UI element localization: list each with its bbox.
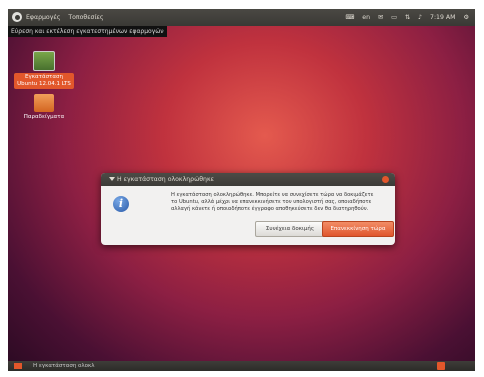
installer-desktop-icon[interactable]: Εγκατάσταση Ubuntu 12.04.1 LTS <box>14 51 74 89</box>
clock[interactable]: 7:19 AM <box>430 14 455 21</box>
tooltip: Εύρεση και εκτέλεση εγκατεστημένων εφαρμ… <box>8 26 167 37</box>
battery-icon[interactable]: ▭ <box>391 14 397 21</box>
dialog-title: Η εγκατάσταση ολοκληρώθηκε <box>117 176 214 183</box>
panel-menu: Εφαρμογές Τοποθεσίες <box>26 9 110 26</box>
install-complete-dialog: Η εγκατάσταση ολοκληρώθηκε i Η εγκατάστα… <box>101 173 395 245</box>
continue-testing-button[interactable]: Συνέχεια δοκιμής <box>255 221 325 237</box>
keyboard-layout[interactable]: en <box>362 14 370 21</box>
desktop-screen: Εφαρμογές Τοποθεσίες ⌨ en ✉ ▭ ⇅ ♪ 7:19 A… <box>8 9 475 371</box>
folder-icon <box>34 94 54 112</box>
keyboard-icon[interactable]: ⌨ <box>345 14 354 21</box>
bottom-panel: Η εγκατάσταση ολοκλ <box>8 361 475 371</box>
network-icon[interactable]: ⇅ <box>405 14 410 21</box>
menu-places[interactable]: Τοποθεσίες <box>68 14 103 21</box>
taskbar-window-item[interactable]: Η εγκατάσταση ολοκλ <box>33 361 95 371</box>
mail-icon[interactable]: ✉ <box>378 14 383 21</box>
gear-icon[interactable]: ⚙ <box>463 14 469 21</box>
installer-label: Εγκατάσταση Ubuntu 12.04.1 LTS <box>14 73 74 89</box>
show-desktop-icon[interactable] <box>14 363 22 369</box>
dialog-message: Η εγκατάσταση ολοκληρώθηκε. Μπορείτε να … <box>171 192 374 212</box>
trash-icon[interactable] <box>437 362 445 370</box>
installer-icon <box>33 51 55 71</box>
restart-now-button[interactable]: Επανεκκίνηση τώρα <box>322 221 394 237</box>
close-icon[interactable] <box>382 176 389 183</box>
examples-desktop-icon[interactable]: Παραδείγματα <box>14 94 74 120</box>
folder-label: Παραδείγματα <box>23 114 65 120</box>
window-menu-icon[interactable] <box>109 177 115 181</box>
system-tray: ⌨ en ✉ ▭ ⇅ ♪ 7:19 AM ⚙ <box>339 9 469 26</box>
info-icon: i <box>113 196 129 212</box>
dialog-titlebar[interactable]: Η εγκατάσταση ολοκληρώθηκε <box>101 173 395 186</box>
top-panel: Εφαρμογές Τοποθεσίες ⌨ en ✉ ▭ ⇅ ♪ 7:19 A… <box>8 9 475 26</box>
menu-applications[interactable]: Εφαρμογές <box>26 14 60 21</box>
volume-icon[interactable]: ♪ <box>418 14 422 21</box>
ubuntu-logo-icon[interactable] <box>12 12 22 22</box>
